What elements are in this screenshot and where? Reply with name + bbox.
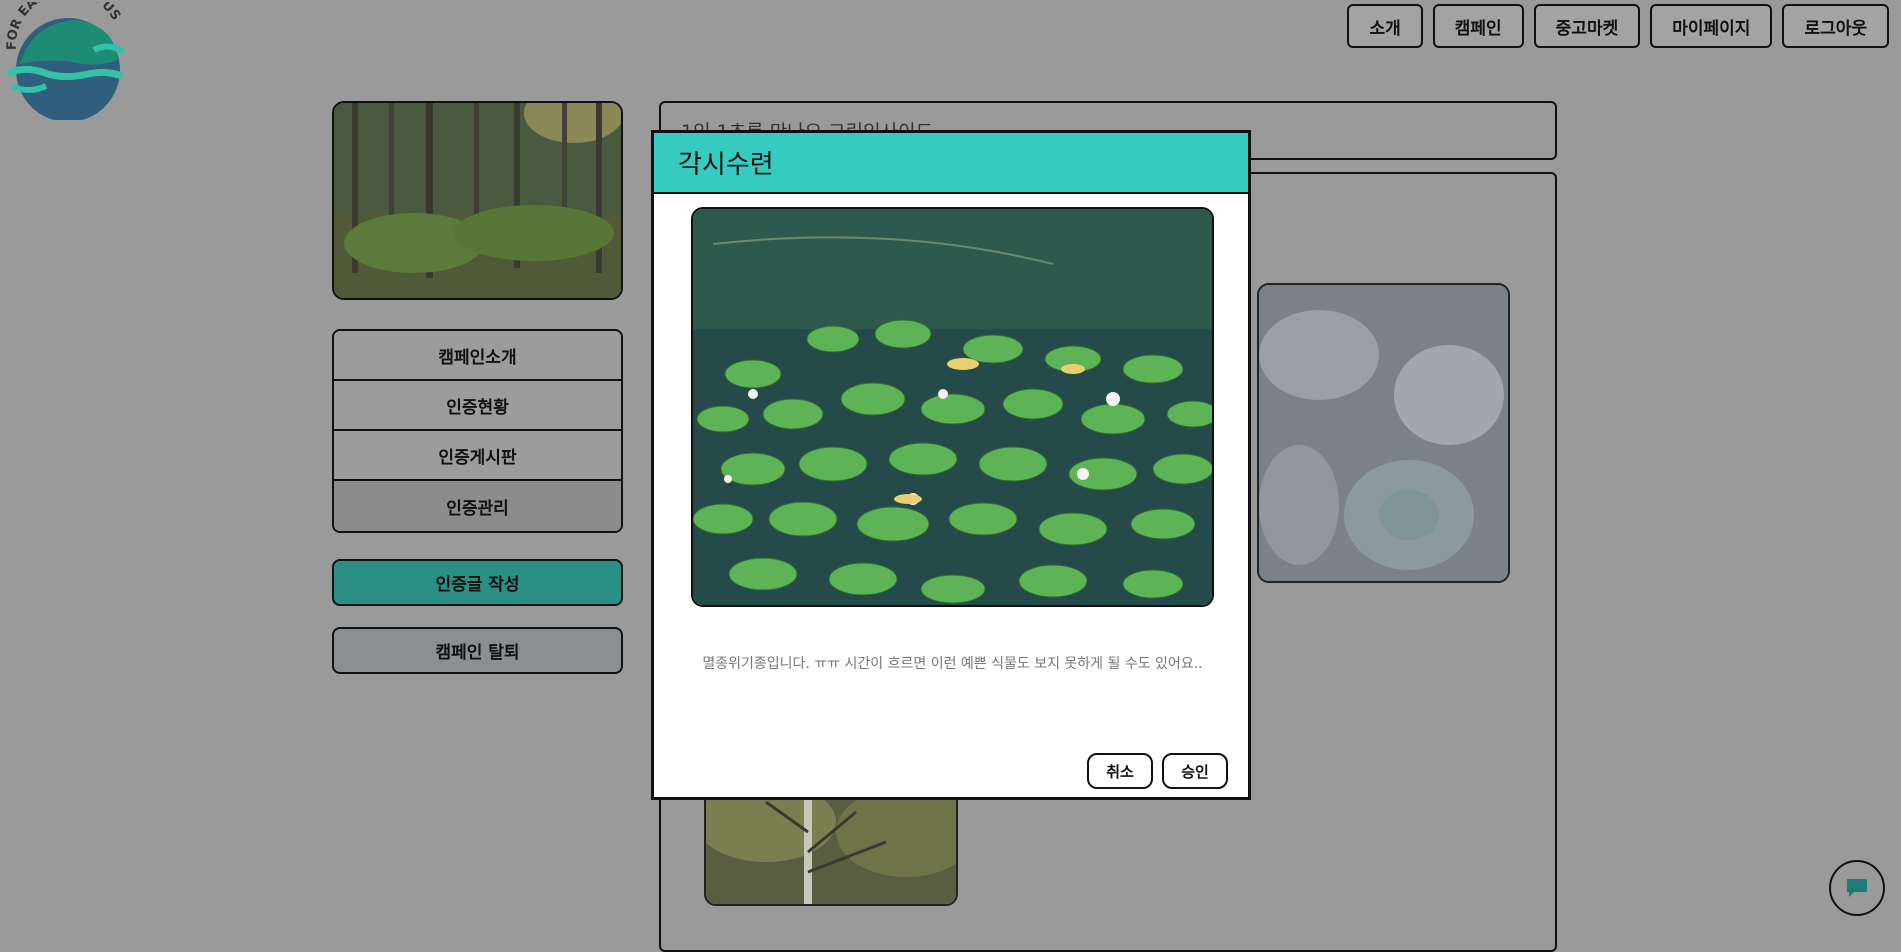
modal-actions: 취소 승인	[1087, 753, 1228, 789]
nav-intro-button[interactable]: 소개	[1347, 4, 1423, 48]
nav-campaign-button[interactable]: 캠페인	[1432, 4, 1524, 48]
leave-campaign-button[interactable]: 캠페인 탈퇴	[332, 627, 623, 674]
write-cert-button[interactable]: 인증글 작성	[332, 559, 623, 606]
modal-title: 각시수련	[654, 133, 1248, 194]
modal-description: 멸종위기종입니다. ㅠㅠ 시간이 흐르면 이런 예쁜 식물도 보지 못하게 될 …	[702, 656, 1203, 672]
chat-button[interactable]	[1829, 860, 1885, 916]
chat-bubble-icon	[1845, 877, 1869, 899]
approve-button[interactable]: 승인	[1162, 753, 1228, 789]
site-logo[interactable]: FOR EARTH FOR US	[2, 2, 130, 120]
cancel-button[interactable]: 취소	[1087, 753, 1153, 789]
nav-logout-button[interactable]: 로그아웃	[1782, 4, 1889, 48]
gallery-image-succulent[interactable]	[1257, 283, 1510, 583]
cert-detail-modal: 각시수련 멸종위기종입니다. ㅠㅠ 시간이 흐르면 이런 예쁜 식물도 보지 못…	[651, 130, 1251, 800]
menu-campaign-intro[interactable]: 캠페인소개	[334, 331, 621, 381]
top-navigation: 소개 캠페인 중고마켓 마이페이지 로그아웃	[1347, 4, 1889, 48]
menu-cert-manage[interactable]: 인증관리	[334, 481, 621, 531]
modal-cert-image	[691, 207, 1214, 607]
campaign-banner-image	[332, 101, 623, 300]
menu-cert-board[interactable]: 인증게시판	[334, 431, 621, 481]
menu-cert-status[interactable]: 인증현황	[334, 381, 621, 431]
nav-market-button[interactable]: 중고마켓	[1533, 4, 1641, 48]
campaign-side-menu: 캠페인소개 인증현황 인증게시판 인증관리	[332, 329, 623, 533]
nav-mypage-button[interactable]: 마이페이지	[1650, 4, 1773, 48]
